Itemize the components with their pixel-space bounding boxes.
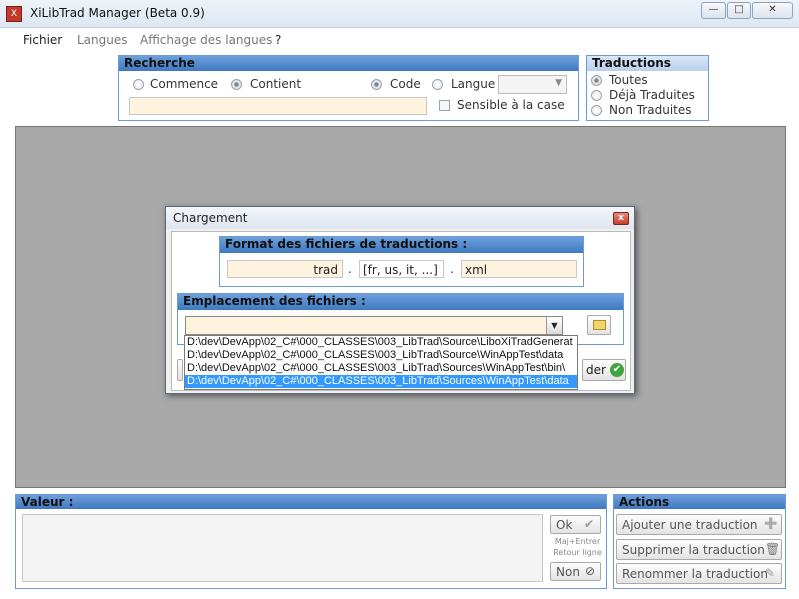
delete-translation-label: Supprimer la traduction	[622, 543, 765, 557]
format-prefix-input[interactable]: trad	[227, 260, 343, 278]
close-icon: ✕	[768, 4, 777, 15]
dropdown-item[interactable]: D:\dev\DevApp\02_C#\000_CLASSES\003_LibT…	[185, 336, 577, 349]
maximize-icon: □	[734, 4, 744, 15]
dialog-title: Chargement	[173, 211, 248, 225]
dialog-close-button[interactable]: x	[613, 212, 629, 225]
rename-translation-button[interactable]: Renommer la traduction ✎	[616, 563, 782, 584]
menu-fichier[interactable]: Fichier	[23, 33, 62, 47]
add-translation-label: Ajouter une traduction	[622, 518, 758, 532]
value-hint-line1: Maj+Entrer	[554, 537, 601, 546]
menu-help[interactable]: ?	[275, 33, 281, 47]
format-separator-2: .	[450, 262, 454, 276]
add-translation-button[interactable]: Ajouter une traduction ✚	[616, 514, 782, 535]
plus-icon: ✚	[764, 514, 778, 533]
radio-deja-traduites[interactable]	[591, 90, 602, 101]
search-input[interactable]	[129, 97, 427, 115]
radio-langue-label: Langue	[451, 77, 496, 91]
radio-toutes-label: Toutes	[609, 73, 648, 87]
actions-group-title: Actions	[614, 495, 785, 509]
location-combobox[interactable]: ▼	[185, 316, 563, 335]
dialog-ok-button[interactable]: der ✔	[582, 359, 626, 381]
menu-langues[interactable]: Langues	[77, 33, 128, 47]
folder-icon	[593, 320, 606, 330]
format-extension-value: xml	[465, 263, 488, 277]
maximize-button[interactable]: □	[727, 2, 751, 19]
dialog-ok-label: der	[586, 363, 606, 377]
delete-translation-button[interactable]: Supprimer la traduction 🗑	[616, 539, 782, 560]
value-ok-label: Ok	[556, 518, 573, 532]
dropdown-item-selected[interactable]: D:\dev\DevApp\02_C#\000_CLASSES\003_LibT…	[185, 375, 577, 388]
format-separator-1: .	[348, 262, 352, 276]
case-sensitive-label: Sensible à la case	[457, 98, 565, 112]
minimize-icon: —	[708, 4, 719, 15]
checkmark-icon: ✔	[610, 363, 624, 377]
radio-commence-label: Commence	[150, 77, 219, 91]
menu-affichage-des-langues[interactable]: Affichage des langues	[140, 33, 272, 47]
chevron-down-icon: ▼	[555, 78, 562, 88]
translations-filter-title: Traductions	[587, 56, 708, 71]
radio-langue[interactable]	[432, 79, 443, 90]
value-hint: Maj+Entrer Retour ligne	[550, 536, 605, 558]
format-group-title: Format des fichiers de traductions :	[220, 237, 583, 253]
value-hint-line2: Retour ligne	[553, 548, 602, 557]
value-textarea[interactable]	[22, 514, 543, 582]
browse-folder-button[interactable]	[587, 315, 611, 335]
language-select[interactable]: ▼	[498, 75, 567, 94]
window-title: XiLibTrad Manager (Beta 0.9)	[30, 6, 205, 20]
value-group-title: Valeur :	[16, 495, 606, 509]
radio-contient[interactable]	[231, 79, 242, 90]
actions-group: Actions Ajouter une traduction ✚ Supprim…	[613, 494, 786, 589]
dropdown-item[interactable]: D:\dev\DevApp\02_C#\000_CLASSES\003_LibT…	[185, 349, 577, 362]
pencil-icon: ✎	[765, 566, 776, 580]
title-bar[interactable]: X XiLibTrad Manager (Beta 0.9) — □ ✕	[0, 0, 799, 28]
cancel-icon: ⊘	[585, 564, 596, 578]
value-ok-button[interactable]: Ok ✔	[550, 515, 601, 534]
close-button[interactable]: ✕	[752, 2, 793, 19]
value-cancel-button[interactable]: Non ⊘	[550, 562, 601, 581]
radio-non-traduites[interactable]	[591, 105, 602, 116]
dialog-cancel-button[interactable]	[177, 359, 183, 381]
translations-filter-group: Traductions Toutes Déjà Traduites Non Tr…	[586, 55, 709, 121]
minimize-button[interactable]: —	[701, 2, 726, 19]
radio-commence[interactable]	[133, 79, 144, 90]
checkmark-icon: ✔	[584, 517, 595, 531]
value-cancel-label: Non	[556, 565, 580, 579]
dropdown-item[interactable]: D:\dev\DevApp\02_C#\000_CLASSES\003_LibT…	[185, 362, 577, 375]
radio-code-label: Code	[390, 77, 421, 91]
format-extension-input[interactable]: xml	[461, 260, 577, 278]
value-group: Valeur : Ok ✔ Maj+Entrer Retour ligne No…	[15, 494, 607, 589]
format-languages-field: [fr, us, it, ...]	[359, 260, 444, 278]
search-group-title: Recherche	[119, 56, 578, 71]
dialog-title-bar[interactable]: Chargement x	[166, 207, 634, 229]
format-languages-value: [fr, us, it, ...]	[363, 263, 438, 277]
rename-translation-label: Renommer la traduction	[622, 567, 768, 581]
menu-bar: Fichier Langues Affichage des langues ?	[0, 29, 799, 51]
app-icon: X	[6, 6, 22, 22]
trash-icon: 🗑	[765, 542, 781, 556]
radio-contient-label: Contient	[250, 77, 302, 91]
radio-non-traduites-label: Non Traduites	[609, 103, 692, 117]
close-icon: x	[618, 213, 624, 223]
format-prefix-value: trad	[313, 263, 338, 277]
location-dropdown-list[interactable]: D:\dev\DevApp\02_C#\000_CLASSES\003_LibT…	[184, 335, 578, 390]
format-group: Format des fichiers de traductions : tra…	[219, 236, 584, 287]
case-sensitive-checkbox[interactable]	[439, 100, 450, 111]
radio-code[interactable]	[371, 79, 382, 90]
radio-deja-traduites-label: Déjà Traduites	[609, 88, 695, 102]
chevron-down-icon[interactable]: ▼	[546, 317, 562, 334]
search-group: Recherche Commence Contient Code Langue …	[118, 55, 579, 121]
location-group-title: Emplacement des fichiers :	[178, 294, 623, 310]
radio-toutes[interactable]	[591, 75, 602, 86]
